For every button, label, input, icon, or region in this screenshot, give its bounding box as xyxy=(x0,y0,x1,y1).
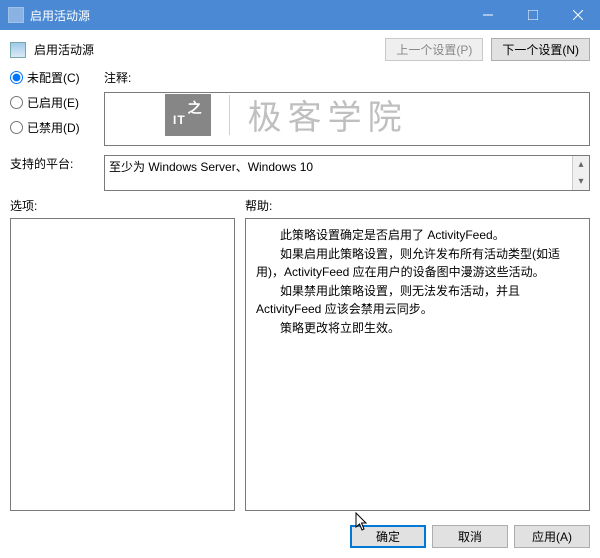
help-line-4: 策略更改将立即生效。 xyxy=(256,320,579,337)
radio-enabled-label: 已启用(E) xyxy=(27,94,79,111)
help-label: 帮助: xyxy=(245,197,590,214)
ok-button[interactable]: 确定 xyxy=(350,525,426,548)
options-label: 选项: xyxy=(10,197,235,214)
previous-setting-button: 上一个设置(P) xyxy=(385,38,483,61)
state-radio-group: 未配置(C) 已启用(E) 已禁用(D) xyxy=(10,67,96,136)
help-line-1: 此策略设置确定是否启用了 ActivityFeed。 xyxy=(256,227,579,244)
cancel-button[interactable]: 取消 xyxy=(432,525,508,548)
radio-enabled[interactable]: 已启用(E) xyxy=(10,94,96,111)
options-panel xyxy=(10,218,235,511)
comment-label: 注释: xyxy=(104,67,590,86)
scroll-up-icon[interactable]: ▴ xyxy=(572,156,589,173)
radio-not-configured[interactable]: 未配置(C) xyxy=(10,69,96,86)
policy-icon xyxy=(10,42,26,58)
close-button[interactable] xyxy=(555,0,600,30)
scroll-down-icon[interactable]: ▾ xyxy=(572,173,589,190)
minimize-button[interactable] xyxy=(465,0,510,30)
maximize-button[interactable] xyxy=(510,0,555,30)
radio-disabled-input[interactable] xyxy=(10,121,23,134)
title-bar: 启用活动源 xyxy=(0,0,600,30)
help-line-2: 如果启用此策略设置，则允许发布所有活动类型(如适用)，ActivityFeed … xyxy=(256,246,579,281)
radio-disabled[interactable]: 已禁用(D) xyxy=(10,119,96,136)
platform-label: 支持的平台: xyxy=(10,155,96,172)
window-controls xyxy=(465,0,600,30)
next-setting-button[interactable]: 下一个设置(N) xyxy=(491,38,590,61)
platform-scroll: ▴ ▾ xyxy=(572,156,589,190)
platform-text: 至少为 Windows Server、Windows 10 xyxy=(109,160,313,174)
platform-box: 至少为 Windows Server、Windows 10 ▴ ▾ xyxy=(104,155,590,191)
window-title: 启用活动源 xyxy=(30,7,465,24)
help-line-3: 如果禁用此策略设置，则无法发布活动，并且 ActivityFeed 应该会禁用云… xyxy=(256,283,579,318)
radio-enabled-input[interactable] xyxy=(10,96,23,109)
radio-not-configured-input[interactable] xyxy=(10,71,23,84)
comment-textarea[interactable] xyxy=(104,92,590,146)
radio-disabled-label: 已禁用(D) xyxy=(27,119,80,136)
window-icon xyxy=(8,7,24,23)
policy-name: 启用活动源 xyxy=(34,41,94,58)
apply-button[interactable]: 应用(A) xyxy=(514,525,590,548)
help-panel: 此策略设置确定是否启用了 ActivityFeed。 如果启用此策略设置，则允许… xyxy=(245,218,590,511)
radio-not-configured-label: 未配置(C) xyxy=(27,69,80,86)
